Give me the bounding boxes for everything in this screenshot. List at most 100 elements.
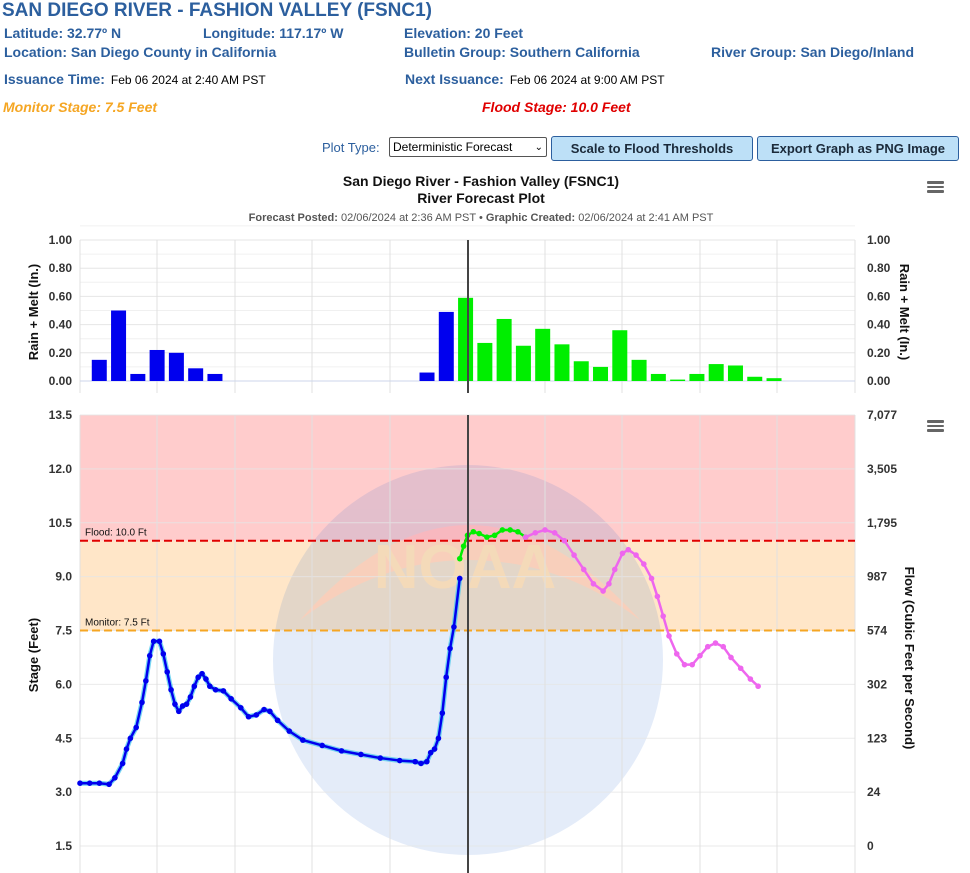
stage-point xyxy=(522,534,529,540)
y-tick-label-right: 0.60 xyxy=(867,289,891,303)
stage-point xyxy=(220,688,227,694)
stage-point xyxy=(704,643,711,650)
stage-point xyxy=(150,638,157,645)
stage-point xyxy=(112,775,118,781)
precip-bar xyxy=(438,311,454,381)
precip-bar xyxy=(708,364,724,381)
precip-bar xyxy=(207,373,223,381)
y-tick-label: 9.0 xyxy=(55,570,72,584)
menu-icon[interactable] xyxy=(927,181,944,193)
stage-point xyxy=(737,665,744,672)
stage-point xyxy=(666,633,672,639)
stage-point xyxy=(86,780,93,786)
y-tick-label: 0.60 xyxy=(49,289,73,303)
stage-point xyxy=(720,643,727,650)
plot-type-selected: Deterministic Forecast xyxy=(393,140,513,154)
stage-point xyxy=(484,534,490,540)
plot-type-select[interactable]: Deterministic Forecast ⌄ xyxy=(389,137,547,157)
y-tick-label: 1.00 xyxy=(49,233,73,247)
stage-point xyxy=(515,528,521,535)
stage-point xyxy=(396,757,403,764)
stage-point xyxy=(412,758,418,765)
y-axis-label-right: Flow (Cubic Feet per Second) xyxy=(902,567,917,750)
stage-point xyxy=(447,645,453,652)
y-tick-label-right: 0 xyxy=(867,839,874,853)
forecast-posted-label: Forecast Posted: xyxy=(248,212,338,224)
forecast-posted-value: 02/06/2024 at 2:36 AM PST xyxy=(340,212,476,224)
stage-point xyxy=(611,566,618,573)
stage-point xyxy=(641,561,647,567)
stage-point xyxy=(212,687,219,693)
stage-point xyxy=(443,674,449,681)
precip-bar xyxy=(458,297,474,381)
stage-series-line xyxy=(458,528,527,560)
stage-point xyxy=(470,528,477,535)
precip-bar xyxy=(612,330,628,381)
river-group: River Group: San Diego/Inland xyxy=(711,44,915,60)
stage-point xyxy=(179,703,186,709)
y-tick-label-right: 0.40 xyxy=(867,318,891,332)
graphic-created-label: Graphic Created: xyxy=(485,212,576,224)
elevation: Elevation: 20 Feet xyxy=(404,25,524,41)
stage-point xyxy=(532,530,539,536)
threshold-band xyxy=(80,415,855,541)
precip-bar xyxy=(496,318,512,381)
stage-point xyxy=(712,640,719,646)
precip-bar xyxy=(477,342,493,381)
stage-point xyxy=(728,654,734,661)
y-tick-label-right: 3,505 xyxy=(867,462,897,476)
stage-point xyxy=(164,669,170,675)
next-issuance: Next Issuance: Feb 06 2024 at 9:00 AM PST xyxy=(405,71,665,87)
stage-point xyxy=(439,710,446,716)
y-tick-label-right: 24 xyxy=(867,785,881,799)
stage-point xyxy=(499,527,506,533)
stage-point xyxy=(606,581,612,587)
stage-series-line xyxy=(525,528,759,688)
issuance-time-value: Feb 06 2024 at 2:40 AM PST xyxy=(110,73,266,87)
stage-point xyxy=(625,546,632,553)
scale-to-flood-thresholds-button[interactable]: Scale to Flood Thresholds xyxy=(551,136,753,161)
stage-point xyxy=(590,581,597,587)
stage-point xyxy=(476,530,482,537)
chart-subtitle: River Forecast Plot xyxy=(417,190,545,206)
y-axis-label: Rain + Melt (In.) xyxy=(26,264,41,360)
stage-point xyxy=(418,760,424,767)
y-tick-label: 0.40 xyxy=(49,318,73,332)
stage-point xyxy=(139,699,145,706)
y-tick-label: 13.5 xyxy=(49,408,73,422)
stage-point xyxy=(96,780,103,786)
stage-point xyxy=(561,537,568,544)
stage-point xyxy=(456,555,463,562)
stage-point xyxy=(133,724,139,731)
precip-bar xyxy=(515,345,531,381)
next-issuance-label: Next Issuance: xyxy=(405,71,504,87)
location: Location: San Diego County in California xyxy=(4,44,277,60)
precip-bar xyxy=(631,359,647,381)
stage-point xyxy=(681,661,688,668)
precip-bar xyxy=(650,373,666,381)
y-tick-label-right: 0.00 xyxy=(867,374,891,388)
y-tick-label-right: 0.20 xyxy=(867,346,891,360)
y-tick-label-right: 1.00 xyxy=(867,233,891,247)
y-tick-label-right: 302 xyxy=(867,677,887,691)
stage-point xyxy=(119,760,126,767)
precip-bar xyxy=(91,359,107,381)
stage-point xyxy=(338,748,345,754)
export-png-button[interactable]: Export Graph as PNG Image xyxy=(757,136,959,161)
bulletin-group: Bulletin Group: Southern California xyxy=(404,44,640,60)
stage-point xyxy=(172,701,178,707)
stage-point xyxy=(143,678,149,684)
stage-point xyxy=(464,532,471,539)
stage-point xyxy=(358,751,364,758)
precip-bar xyxy=(593,366,609,381)
issuance-time: Issuance Time: Feb 06 2024 at 2:40 AM PST xyxy=(4,71,266,87)
stage-point xyxy=(203,676,209,682)
stage-point xyxy=(156,638,163,645)
stage-point xyxy=(187,694,194,700)
y-tick-label: 1.5 xyxy=(55,839,72,853)
precip-bar xyxy=(747,376,763,381)
watermark-circle xyxy=(273,465,663,855)
threshold-label-monitor: Monitor: 7.5 Ft xyxy=(85,618,150,629)
stage-point xyxy=(319,742,325,749)
menu-icon[interactable] xyxy=(927,420,944,432)
